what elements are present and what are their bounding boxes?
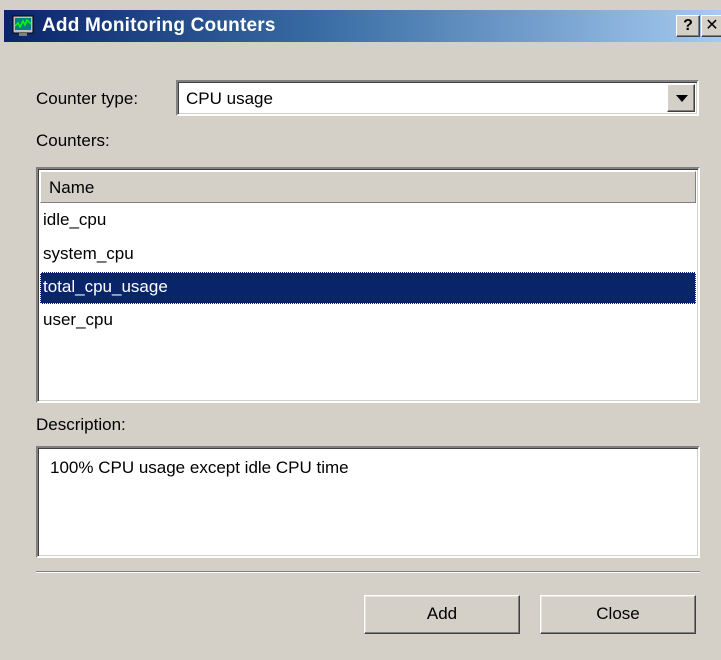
description-box: 100% CPU usage except idle CPU time [36,446,700,558]
divider [36,571,700,573]
close-icon: ✕ [705,17,719,34]
window-title: Add Monitoring Counters [42,15,276,36]
chevron-down-icon[interactable] [667,84,695,112]
counters-list[interactable]: Name idle_cpu system_cpu total_cpu_usage… [36,167,700,403]
description-text: 100% CPU usage except idle CPU time [50,458,349,477]
list-item-user-cpu[interactable]: user_cpu [40,305,696,337]
list-item-total-cpu-usage[interactable]: total_cpu_usage [40,272,696,304]
description-label: Description: [36,415,126,434]
close-button[interactable]: Close [540,595,696,634]
add-button[interactable]: Add [364,595,520,634]
help-button[interactable]: ? [676,15,700,37]
title-bar[interactable]: Add Monitoring Counters ? ✕ [4,0,721,42]
counters-label: Counters: [36,131,110,150]
counter-type-value: CPU usage [186,89,273,108]
monitor-chart-icon [12,15,34,37]
list-item-idle-cpu[interactable]: idle_cpu [40,205,696,237]
column-header-name[interactable]: Name [40,171,696,203]
counter-type-select[interactable]: CPU usage [176,80,699,116]
add-monitoring-counters-dialog: Add Monitoring Counters ? ✕ Counter type… [0,0,721,660]
counter-type-label: Counter type: [36,89,139,108]
column-header-label: Name [49,178,95,197]
list-item-system-cpu[interactable]: system_cpu [40,239,696,271]
close-window-button[interactable]: ✕ [701,15,721,37]
